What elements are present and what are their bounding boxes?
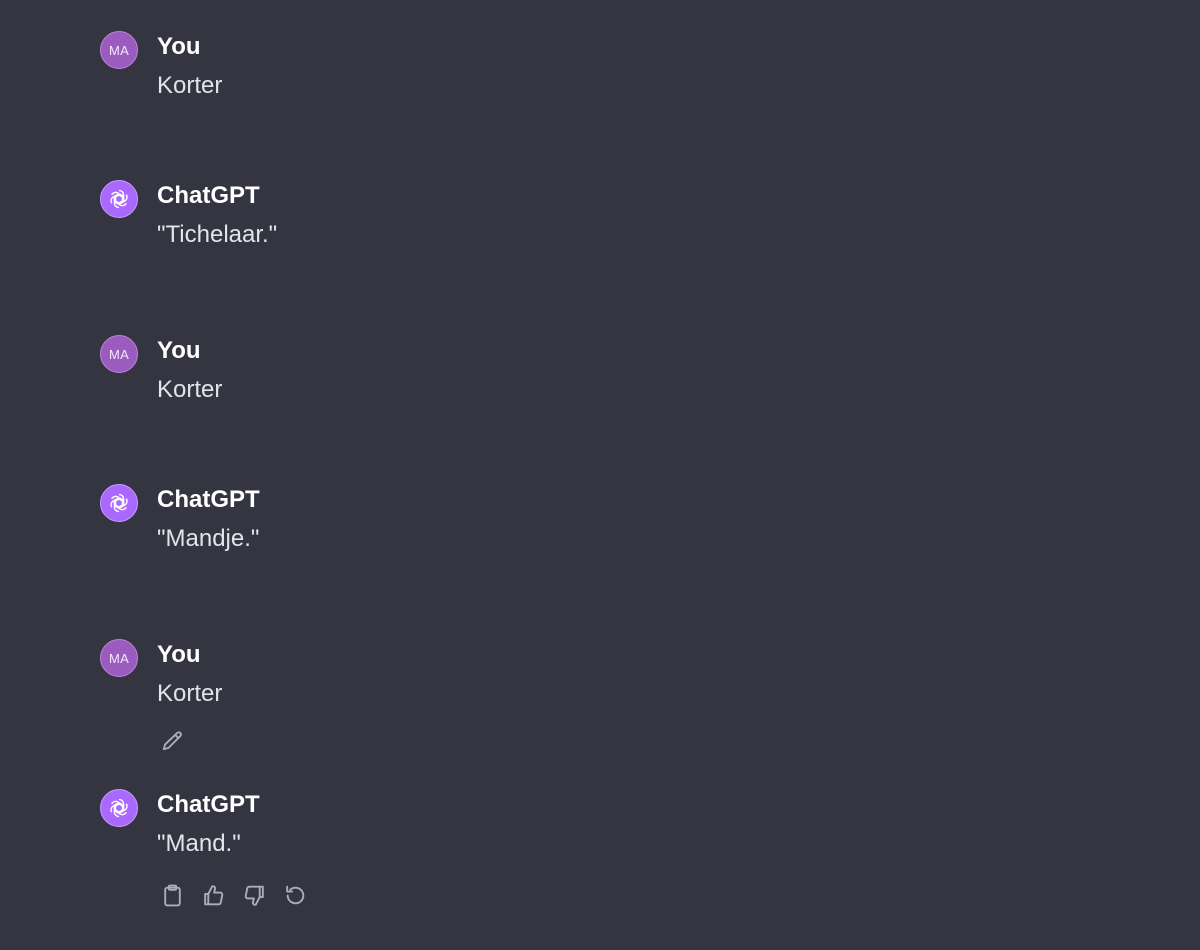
thumbs-down-button[interactable]	[239, 880, 269, 910]
message-author: ChatGPT	[157, 182, 260, 209]
user-avatar: MA	[100, 639, 138, 677]
user-avatar: MA	[100, 335, 138, 373]
message-text: "Mand."	[157, 830, 241, 857]
regenerate-button[interactable]	[280, 880, 310, 910]
regenerate-icon	[285, 885, 304, 904]
message-actions	[157, 880, 310, 910]
avatar-initials: MA	[108, 650, 130, 666]
openai-logo-icon	[100, 180, 138, 218]
message-text: "Mandje."	[157, 525, 260, 552]
openai-logo-icon	[100, 789, 138, 827]
user-avatar: MA	[100, 31, 138, 69]
edit-icon	[162, 730, 182, 750]
copy-icon	[163, 884, 181, 906]
message-text: Korter	[157, 680, 223, 707]
avatar-initials: MA	[108, 346, 130, 362]
thumbs-up-icon	[203, 884, 223, 905]
message-author: ChatGPT	[157, 486, 260, 513]
message-author: You	[157, 337, 201, 364]
message-text: "Tichelaar."	[157, 221, 278, 248]
copy-button[interactable]	[157, 880, 187, 910]
message-author: ChatGPT	[157, 791, 260, 818]
conversation-thread: MA You Korter ChatGPT "Tichelaar." MA Yo…	[0, 0, 1200, 950]
message-actions	[157, 726, 187, 756]
thumbs-up-button[interactable]	[198, 880, 228, 910]
message-text: Korter	[157, 376, 223, 403]
edit-message-button[interactable]	[157, 726, 187, 756]
message-author: You	[157, 33, 201, 60]
avatar-initials: MA	[108, 42, 130, 58]
message-author: You	[157, 641, 201, 668]
openai-logo-icon	[100, 484, 138, 522]
message-text: Korter	[157, 72, 223, 99]
thumbs-down-icon	[244, 885, 264, 906]
